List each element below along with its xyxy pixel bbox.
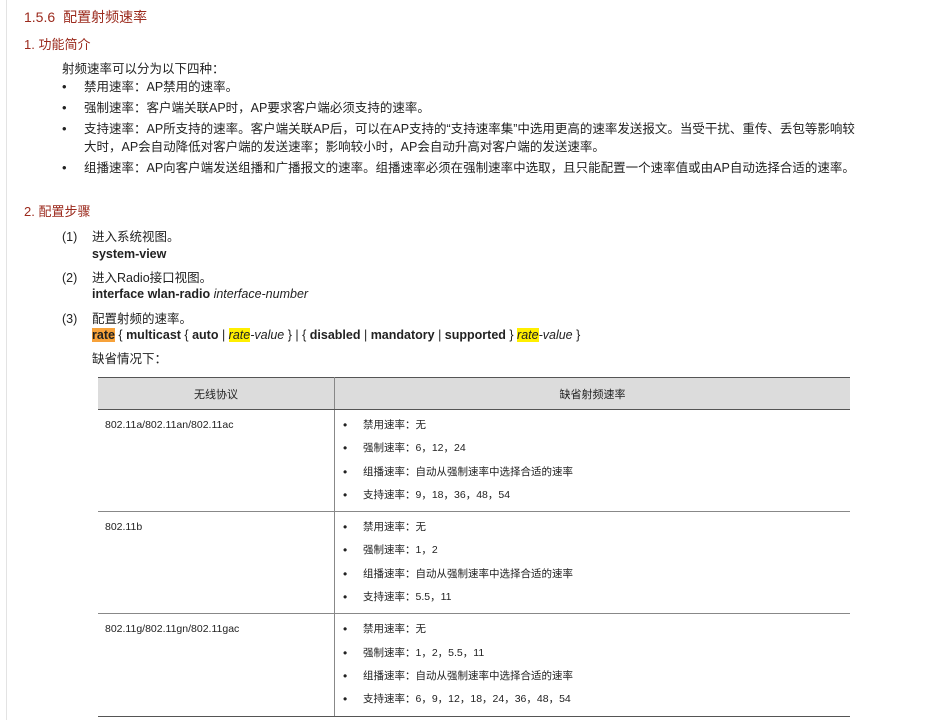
argument-text: -value (250, 328, 285, 342)
step-3: (3) 配置射频的速率。 (62, 308, 192, 327)
command-keyword-rate: rate (92, 328, 115, 342)
command-interface-wlan-radio: interface wlan-radio interface-number (92, 287, 308, 301)
command-keyword-multicast: multicast (126, 328, 181, 342)
rate-item: 组播速率：自动从强制速率中选择合适的速率 (343, 563, 850, 587)
step-1: (1) 进入系统视图。 (62, 226, 180, 245)
rate-item: 支持速率：6，9，12，18，24，36，48，54 (343, 688, 850, 712)
protocol-cell: 802.11g/802.11gn/802.11gac (98, 613, 335, 717)
command-keyword: system-view (92, 247, 167, 261)
command-keyword-auto: auto (192, 328, 219, 342)
syntax-text: | (218, 328, 229, 342)
step-text: 配置射频的速率。 (92, 312, 193, 326)
command-keyword-mandatory: mandatory (370, 328, 435, 342)
syntax-text: | (360, 328, 371, 342)
column-header-protocol: 无线协议 (98, 377, 335, 410)
list-item: 支持速率：AP所支持的速率。客户端关联AP后，可以在AP支持的“支持速率集”中选… (62, 120, 862, 156)
intro-paragraph: 射频速率可以分为以下四种： (62, 62, 225, 76)
protocol-cell: 802.11b (98, 511, 335, 615)
subsection-heading-steps: 2. 配置步骤 (24, 204, 91, 219)
rate-item: 禁用速率：无 (343, 618, 850, 642)
step-index: (3) (62, 312, 78, 326)
syntax-text: | (434, 328, 445, 342)
table-header-row: 无线协议 缺省射频速率 (98, 377, 850, 410)
rates-cell: 禁用速率：无 强制速率：1，2 组播速率：自动从强制速率中选择合适的速率 支持速… (334, 511, 850, 615)
rate-item: 禁用速率：无 (343, 414, 850, 438)
step-index: (1) (62, 230, 78, 244)
argument-highlight: rate (228, 328, 251, 342)
rate-item: 支持速率：5.5，11 (343, 586, 850, 610)
table-row: 802.11a/802.11an/802.11ac 禁用速率：无 强制速率：6，… (98, 409, 850, 513)
step-text: 进入系统视图。 (92, 230, 180, 244)
command-keyword-disabled: disabled (309, 328, 361, 342)
table-row: 802.11g/802.11gn/802.11gac 禁用速率：无 强制速率：1… (98, 613, 850, 717)
step-index: (2) (62, 271, 78, 285)
argument-highlight: rate (517, 328, 539, 342)
syntax-text: { (114, 328, 127, 342)
default-rates-table: 无线协议 缺省射频速率 802.11a/802.11an/802.11ac 禁用… (98, 377, 850, 717)
step-2: (2) 进入Radio接口视图。 (62, 267, 212, 286)
command-rate: rate { multicast { auto | rate-value } |… (92, 328, 580, 342)
syntax-text: } (572, 328, 581, 342)
rate-item: 支持速率：9，18，36，48，54 (343, 484, 850, 508)
section-title-text: 配置射频速率 (63, 9, 148, 25)
command-argument: interface-number (213, 287, 309, 301)
table-row: 802.11b 禁用速率：无 强制速率：1，2 组播速率：自动从强制速率中选择合… (98, 511, 850, 615)
rate-item: 强制速率：1，2，5.5，11 (343, 642, 850, 666)
rate-item: 强制速率：6，12，24 (343, 437, 850, 461)
section-title: 1.5.6 配置射频速率 (24, 7, 147, 27)
rate-item: 组播速率：自动从强制速率中选择合适的速率 (343, 461, 850, 485)
rate-item: 强制速率：1，2 (343, 539, 850, 563)
rate-item: 禁用速率：无 (343, 516, 850, 540)
syntax-text: } (505, 328, 518, 342)
rates-cell: 禁用速率：无 强制速率：1，2，5.5，11 组播速率：自动从强制速率中选择合适… (334, 613, 850, 717)
list-item: 禁用速率：AP禁用的速率。 (62, 78, 862, 96)
rate-types-list: 禁用速率：AP禁用的速率。 强制速率：客户端关联AP时，AP要求客户端必须支持的… (62, 78, 862, 180)
left-margin-rule (6, 0, 7, 720)
section-number: 1.5.6 (24, 9, 56, 25)
default-note: 缺省情况下： (92, 352, 168, 366)
command-system-view: system-view (92, 247, 166, 261)
command-keyword-supported: supported (444, 328, 506, 342)
column-header-default-rates: 缺省射频速率 (334, 377, 850, 410)
list-item: 强制速率：客户端关联AP时，AP要求客户端必须支持的速率。 (62, 99, 862, 117)
syntax-text: { (180, 328, 193, 342)
list-item: 组播速率：AP向客户端发送组播和广播报文的速率。组播速率必须在强制速率中选取，且… (62, 159, 862, 177)
step-text: 进入Radio接口视图。 (92, 271, 213, 285)
rates-cell: 禁用速率：无 强制速率：6，12，24 组播速率：自动从强制速率中选择合适的速率… (334, 409, 850, 513)
syntax-text: } | { (284, 328, 310, 342)
argument-text: -value (538, 328, 573, 342)
command-keyword: interface wlan-radio (92, 287, 211, 301)
rate-item: 组播速率：自动从强制速率中选择合适的速率 (343, 665, 850, 689)
subsection-heading-intro: 1. 功能简介 (24, 37, 91, 52)
protocol-cell: 802.11a/802.11an/802.11ac (98, 409, 335, 513)
